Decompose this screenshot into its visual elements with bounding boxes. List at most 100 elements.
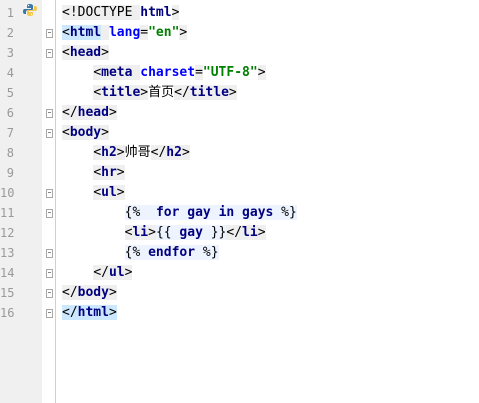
code-token: %} bbox=[195, 245, 219, 260]
code-token: li bbox=[132, 225, 149, 240]
code-line[interactable]: <meta charset="UTF-8"> bbox=[62, 63, 266, 83]
code-token: < bbox=[62, 45, 70, 60]
code-token: > bbox=[171, 5, 180, 20]
code-token: "en" bbox=[148, 25, 180, 40]
line-number: 7 bbox=[6, 126, 14, 140]
line-number: 1 bbox=[6, 6, 14, 20]
code-token: > bbox=[140, 85, 149, 100]
code-token: html bbox=[140, 5, 172, 20]
fold-marker-icon[interactable] bbox=[46, 309, 53, 318]
code-token: < bbox=[93, 85, 102, 100]
code-token: > bbox=[108, 105, 117, 120]
code-token: html bbox=[77, 305, 109, 320]
code-token: in bbox=[218, 205, 235, 220]
code-token: body bbox=[77, 285, 109, 300]
code-token: %} bbox=[273, 205, 297, 220]
code-token: lang bbox=[108, 25, 141, 40]
fold-marker-icon[interactable] bbox=[46, 209, 53, 218]
code-line[interactable]: <title>首页</title> bbox=[62, 83, 237, 103]
fold-marker-icon[interactable] bbox=[46, 189, 53, 198]
code-token: 首页 bbox=[148, 85, 175, 100]
line-number: 14 bbox=[0, 266, 15, 280]
code-token: {% bbox=[124, 245, 149, 260]
code-line[interactable]: <!DOCTYPE html> bbox=[62, 3, 180, 23]
line-number: 6 bbox=[6, 106, 14, 120]
fold-marker-icon[interactable] bbox=[46, 29, 53, 38]
code-token: > bbox=[124, 265, 133, 280]
code-editor[interactable]: 1 <!DOCTYPE html> 2 <html lang="en"> 3 <head>… bbox=[0, 0, 479, 403]
code-token: </ bbox=[62, 305, 78, 320]
code-token: = bbox=[195, 65, 203, 80]
code-line[interactable]: </body> bbox=[62, 283, 117, 303]
code-token: > bbox=[228, 85, 237, 100]
code-line[interactable]: <h2>帅哥</h2> bbox=[62, 143, 190, 163]
line-number: 11 bbox=[0, 206, 15, 220]
code-token: {% bbox=[124, 205, 156, 220]
code-token: > bbox=[181, 145, 190, 160]
code-token: h2 bbox=[166, 145, 182, 160]
code-token: "UTF-8" bbox=[202, 65, 258, 80]
fold-marker-icon[interactable] bbox=[46, 129, 53, 138]
code-token: gay bbox=[187, 205, 211, 220]
fold-gutter bbox=[42, 0, 56, 403]
code-line[interactable]: </head> bbox=[62, 103, 117, 123]
code-token: for bbox=[155, 205, 180, 220]
python-icon bbox=[23, 4, 37, 16]
fold-marker-icon[interactable] bbox=[46, 269, 53, 278]
code-token: </ bbox=[174, 85, 190, 100]
code-token: head bbox=[77, 105, 109, 120]
code-token: </ bbox=[93, 265, 109, 280]
code-line[interactable]: </ul> bbox=[62, 263, 133, 283]
code-token: gay bbox=[179, 225, 203, 240]
line-number: 5 bbox=[6, 86, 14, 100]
code-line[interactable]: </html> bbox=[62, 303, 117, 323]
code-token: body bbox=[69, 125, 102, 140]
line-number: 4 bbox=[6, 66, 14, 80]
code-token: = bbox=[140, 25, 149, 40]
code-token: endfor bbox=[148, 245, 196, 260]
code-line[interactable]: <hr> bbox=[62, 163, 125, 183]
code-token: < bbox=[93, 145, 102, 160]
line-number: 2 bbox=[6, 26, 14, 40]
code-token: > bbox=[179, 25, 188, 40]
code-line[interactable]: {% for gay in gays %} bbox=[62, 203, 297, 223]
code-line[interactable]: {% endfor %} bbox=[62, 243, 219, 263]
code-token: </ bbox=[62, 105, 78, 120]
code-token: li bbox=[242, 225, 258, 240]
code-line[interactable]: <head> bbox=[62, 43, 109, 63]
code-token: > bbox=[116, 145, 125, 160]
line-number: 3 bbox=[6, 46, 14, 60]
code-token: > bbox=[257, 65, 266, 80]
code-token: < bbox=[62, 125, 70, 140]
fold-marker-icon[interactable] bbox=[46, 49, 53, 58]
code-token: title bbox=[189, 85, 229, 100]
code-line[interactable]: <li>{{ gay }}</li> bbox=[62, 223, 266, 243]
fold-marker-icon[interactable] bbox=[46, 109, 53, 118]
code-token: hr bbox=[101, 165, 117, 180]
code-token: > bbox=[108, 285, 117, 300]
code-token: > bbox=[108, 305, 117, 320]
code-token: > bbox=[116, 185, 125, 200]
fold-marker-icon[interactable] bbox=[46, 289, 53, 298]
code-token: < bbox=[93, 165, 102, 180]
code-token: </ bbox=[226, 225, 243, 240]
code-token: > bbox=[116, 165, 125, 180]
fold-marker-icon[interactable] bbox=[46, 249, 53, 258]
line-number: 13 bbox=[0, 246, 15, 260]
code-line[interactable]: <ul> bbox=[62, 183, 125, 203]
code-token: ul bbox=[101, 185, 117, 200]
code-token: h2 bbox=[101, 145, 117, 160]
line-number: 15 bbox=[0, 286, 15, 300]
code-token: gays bbox=[242, 205, 274, 220]
line-number: 16 bbox=[0, 306, 15, 320]
code-token: < bbox=[93, 185, 102, 200]
code-line[interactable]: <body> bbox=[62, 123, 109, 143]
line-number: 10 bbox=[0, 186, 15, 200]
code-line[interactable]: <html lang="en"> bbox=[62, 23, 188, 43]
